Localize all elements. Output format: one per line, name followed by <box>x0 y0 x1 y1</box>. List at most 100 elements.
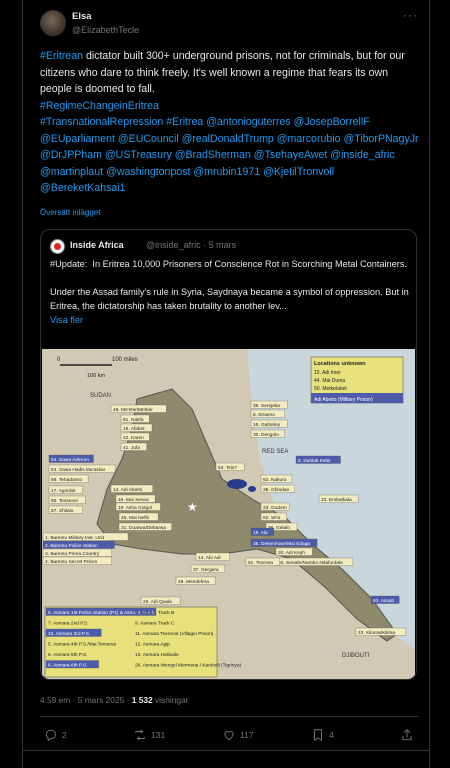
heart-icon <box>224 731 234 741</box>
map-location-label: 42. Karen <box>123 435 144 441</box>
timestamp: 4:59 em · 5 mars 2025 · 1 532 visningar <box>40 695 189 705</box>
repost-icon <box>135 729 145 741</box>
map-location-label: 1. Barentu Military Inst. Unit <box>45 535 105 541</box>
divider <box>40 716 418 717</box>
like-button[interactable]: 117 <box>222 727 254 743</box>
reply-icon <box>45 729 57 742</box>
views-label: visningar <box>152 695 189 705</box>
map-location-label: 8. Eiraeiro <box>253 412 275 418</box>
map-location-label: 3. Barentu Prima Country <box>45 551 100 557</box>
map-location-label: 35. Dekemhare/Mai Edaga <box>253 541 310 547</box>
quote-avatar[interactable] <box>50 239 65 254</box>
map-location-label: 31. Duarwa/Debarwa <box>121 525 166 531</box>
map-location-label: 41. Jufa <box>123 445 140 451</box>
avatar[interactable] <box>40 10 66 36</box>
map-location-label: 20. Adi Keyh <box>278 550 305 556</box>
map-location-label: 54. Sawa Hadis Ma'askar <box>51 467 106 473</box>
unknown-1: 15. Adi Imer <box>314 370 341 376</box>
region-redsea: RED SEA <box>262 449 288 455</box>
eritrea-prison-map: ★ 0 100 miles 100 km SUDAN RED SEA DJIBO… <box>42 349 415 679</box>
asmara-prison-label: 5. Asmara 4th P.S./Mai Temenai <box>48 642 116 648</box>
unknown-2: 44. Mai Duma <box>314 378 345 384</box>
like-count: 117 <box>240 730 254 740</box>
map-location-label: 43. Kiloma/Kilima <box>358 630 395 636</box>
map-location-label: 16. Gahteley <box>253 422 281 428</box>
bookmark-count: 4 <box>329 730 334 740</box>
map-location-label: 33. Embatkala <box>321 497 352 503</box>
unknown-3: 50. Metkelabet <box>314 386 347 392</box>
map-location-label: 14. Abi Adi <box>198 555 221 561</box>
asmara-prison-label: 8. Asmara Track B <box>135 610 174 616</box>
map-location-label: 30. Dengolo <box>253 432 279 438</box>
unknown-title: Locations unknown <box>314 361 366 367</box>
translate-link[interactable]: Översätt inlägget <box>40 208 100 217</box>
show-more-link[interactable]: Visa fler <box>50 313 410 327</box>
asmara-prison-label: 9. Asmara Track C <box>135 621 175 627</box>
map-location-label: 19. Asha Golgol <box>118 505 152 511</box>
map-location-label: 23. Godem <box>263 505 287 511</box>
asmara-prison-label: 6. Asmara 5th P.S. <box>48 652 87 658</box>
map-location-label: 37. Gergera <box>193 567 219 573</box>
map-location-label: 6. Dahlak Kebir <box>298 458 331 464</box>
asmara-prison-label: 6. Asmara 6th P.S. <box>48 663 87 669</box>
asmara-prison-label: 12. Asmara Agip <box>135 642 170 648</box>
quote-author-name[interactable]: Inside Africa <box>70 240 124 250</box>
post-link-segment[interactable]: #RegimeChangeinEritrea <box>40 100 159 112</box>
map-location-label: 63. Assab <box>373 598 394 604</box>
post-text: #Eritrean dictator built 300+ undergroun… <box>40 48 420 197</box>
reply-count: 2 <box>62 730 67 740</box>
reply-button[interactable]: 2 <box>44 727 67 743</box>
map-location-label: 51. Nakfa <box>123 417 144 423</box>
map-location-label: 49. Mendefera <box>178 579 209 585</box>
map-location-label: 53. Tsio? <box>218 465 237 471</box>
post-text-segment: dictator built 300+ underground prisons,… <box>40 50 405 95</box>
bookmark-button[interactable]: 4 <box>311 727 334 743</box>
view-count: 1 532 <box>131 695 153 705</box>
map-location-label: 61. Tsorona <box>248 560 273 566</box>
quote-body: #Update: In Eritrea 10,000 Prisoners of … <box>50 259 409 311</box>
map-location-label: 58. Tehadasso <box>51 477 82 483</box>
map-location-label: 14. Adi Abeito <box>113 487 143 493</box>
post-link-segment[interactable]: #Eritrean <box>40 50 83 62</box>
map-location-label: 39. Serejeka <box>253 403 280 409</box>
timestamp-time[interactable]: 4:59 em · 5 mars 2025 · <box>40 695 132 705</box>
author-handle[interactable]: @ElizabethTecle <box>72 25 139 35</box>
post-link-segment[interactable]: #TransnationalRepression #Eritrea @anton… <box>40 116 419 194</box>
asmara-prison-label: 13. Asmara Haliwale <box>135 652 179 658</box>
more-options-icon[interactable]: ··· <box>403 8 418 22</box>
asmara-prison-label: 11. Asmara Tserenat (Villagio Prison) <box>135 631 214 637</box>
map-location-label: 54. Sawa Aderum <box>51 457 89 463</box>
map-location-label: 60. Tessenei <box>51 498 78 504</box>
map-location-label: 4. Barentu Secret Prison <box>45 559 98 565</box>
map-location-label: 17. Agordat <box>51 488 76 494</box>
map-location-label: 45. Mai Nefhi <box>121 515 149 521</box>
map-location-label: 18. Ala <box>253 530 268 536</box>
bookmark-icon <box>314 729 322 742</box>
map-location-label: 52. Nakura <box>263 477 287 483</box>
scale-miles: 100 miles <box>112 357 138 363</box>
map-location-label: 57. Shilalo <box>51 508 74 514</box>
map-image[interactable]: ★ 0 100 miles 100 km SUDAN RED SEA DJIBO… <box>42 349 415 679</box>
map-location-label: 38. Ghindae <box>263 487 289 493</box>
map-location-label: 62. Wi'a <box>263 515 281 521</box>
repost-button[interactable]: 131 <box>133 727 165 743</box>
quote-meta: @inside_afric · 5 mars <box>146 240 237 250</box>
region-djibouti: DJIBOUTI <box>342 653 370 659</box>
author-name[interactable]: Elsa <box>72 11 92 22</box>
asmara-prison-label: 7. Asmara 2nd P.S. <box>48 621 89 627</box>
asmara-prison-label: 10. Asmara 3rd P.S. <box>48 631 90 637</box>
map-location-label: 46. Mai Serwa <box>118 497 149 503</box>
map-location-label: 2. Barentu Police Station <box>45 543 98 549</box>
asmara-prison-label: 26. Asmara Wengel Mermerai / Karsheli (T… <box>135 663 242 669</box>
region-sudan: SUDAN <box>90 393 111 399</box>
quote-text: #Update: In Eritrea 10,000 Prisoners of … <box>50 257 410 327</box>
map-location-label: 48. Me'eter/Mettier <box>113 407 153 413</box>
quoted-post[interactable]: Inside Africa @inside_afric · 5 mars #Up… <box>40 229 417 680</box>
unknown-extra: Adi Abeito (Military Prison) <box>314 397 373 403</box>
scale-km: 100 km <box>87 373 105 379</box>
map-location-label: 22. Adi Quala <box>143 599 172 605</box>
share-button[interactable] <box>400 727 414 743</box>
svg-text:★: ★ <box>187 500 198 514</box>
map-location-label: 55. Senafe/Nambo Ndafurdale <box>278 560 343 566</box>
bottom-bar <box>22 750 430 768</box>
